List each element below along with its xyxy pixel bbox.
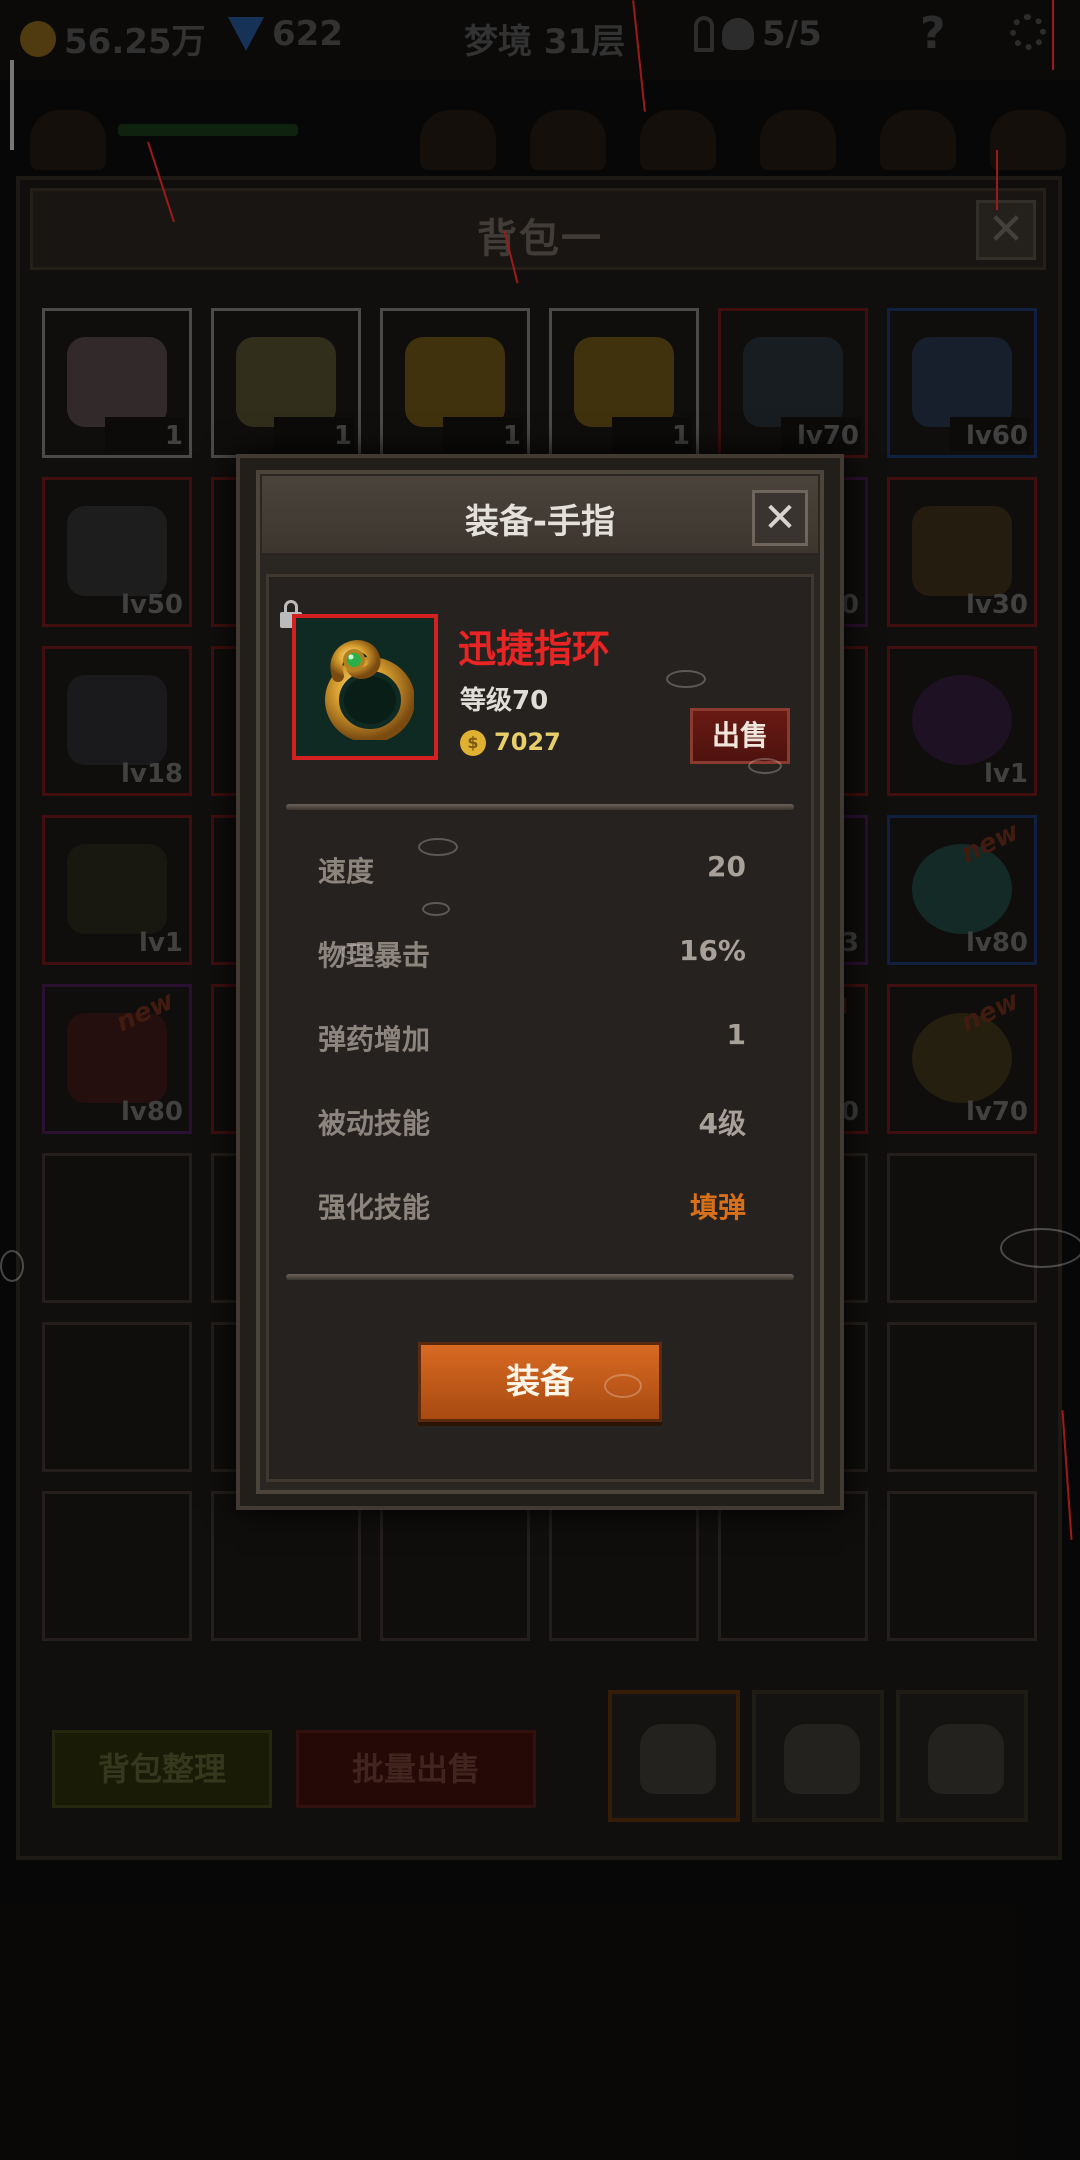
stat-label-speed: 速度 [318, 855, 375, 888]
wind-swirl [0, 1250, 24, 1282]
stat-label-ammo: 弹药增加 [318, 1023, 431, 1056]
item-portrait [292, 614, 438, 760]
stat-label-passive: 被动技能 [318, 1107, 431, 1140]
wind-swirl [748, 758, 782, 774]
stat-value-passive: 4级 [698, 1107, 746, 1140]
wind-swirl [604, 1374, 642, 1398]
stat-value-crit: 16% [678, 934, 746, 967]
divider [286, 804, 794, 810]
rain-streak [996, 150, 998, 210]
stat-value-speed: 20 [707, 850, 746, 883]
stat-value-enhance: 填弹 [689, 1191, 746, 1224]
wind-swirl [1000, 1228, 1080, 1268]
coin-icon: $ [460, 730, 486, 756]
item-level: 等级70 [460, 686, 549, 716]
dialog-title: 装备-手指 [464, 502, 616, 542]
wind-swirl [422, 902, 450, 916]
divider [286, 1274, 794, 1280]
dialog-close-button[interactable]: ✕ [752, 490, 808, 546]
stat-label-enhance: 强化技能 [318, 1191, 431, 1224]
item-name: 迅捷指环 [458, 627, 611, 671]
stat-label-crit: 物理暴击 [318, 939, 431, 972]
wind-swirl [340, 944, 374, 960]
rain-streak [1052, 0, 1054, 70]
wind-swirl [418, 838, 458, 856]
stat-value-ammo: 1 [726, 1018, 746, 1051]
item-sell-price: 7027 [494, 728, 561, 756]
ring-icon [325, 640, 414, 740]
wind-swirl [666, 670, 706, 688]
sell-button[interactable]: 出售 [690, 708, 790, 764]
